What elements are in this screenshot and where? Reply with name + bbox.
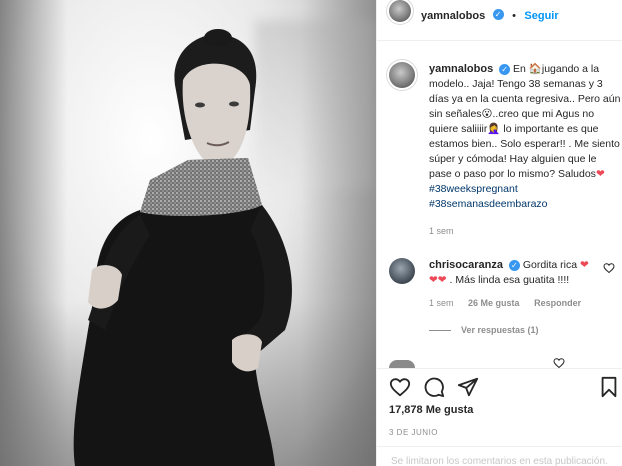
heart-icon[interactable] [389,376,411,398]
comment-text-b: . Más linda esa guatita !!!! [446,274,570,286]
replies-line [429,330,451,332]
comment-text-a: Gordita rica [519,259,581,271]
astonished-face-icon: 😮 [481,108,493,120]
post-header: yamnalobos ✓ • Seguir [377,0,622,30]
caption-username[interactable]: yamnalobos [429,63,493,75]
woman-figure [73,29,292,466]
post-actions [389,376,619,398]
caption-avatar[interactable] [389,62,415,88]
post-caption: yamnalobos ✓ En 🏠jugando a la modelo.. J… [429,62,621,239]
follow-button[interactable]: Seguir [524,10,558,22]
separator-dot: • [512,10,516,22]
next-commenter-avatar[interactable] [389,360,415,368]
author-username[interactable]: yamnalobos [421,10,485,22]
caption-text-a: En [513,63,529,75]
comment-time: 1 sem [429,298,454,308]
footer-divider [377,446,622,447]
commenter-username[interactable]: chrisocaranza [429,259,503,271]
author-avatar[interactable] [389,0,411,22]
red-heart-icon: ❤❤ [429,274,447,286]
comment: chrisocaranza ✓ Gordita rica ❤ ❤❤ . Más … [429,258,609,338]
post-date[interactable]: 3 DE JUNIO [389,428,438,437]
comment-icon[interactable] [423,376,445,398]
red-heart-icon: ❤ [595,168,605,180]
verified-badge-icon: ✓ [508,259,520,271]
bookmark-icon[interactable] [599,376,619,398]
comment-meta: 1 sem 26 Me gusta Responder [429,296,609,311]
likes-count[interactable]: 17,878 Me gusta [389,404,473,416]
verified-badge-icon: ✓ [499,63,511,75]
actions-divider [377,368,622,369]
share-icon[interactable] [457,376,479,398]
verified-badge-icon: ✓ [492,9,504,21]
view-replies-label[interactable]: Ver respuestas (1) [461,325,539,335]
comment-likes[interactable]: 26 Me gusta [468,298,520,308]
commenter-avatar[interactable] [389,258,415,284]
view-replies[interactable]: Ver respuestas (1) [429,323,609,338]
comment-like-icon[interactable] [603,262,615,274]
hashtag-38semanasdeembarazo[interactable]: #38semanasdeembarazo [429,198,548,210]
hashtag-38weekspregnant[interactable]: #38weekspregnant [429,183,518,195]
post-photo[interactable] [0,0,376,466]
caption-time: 1 sem [429,226,454,236]
comments-limited-notice: Se limitaron los comentarios en esta pub… [391,456,608,466]
header-divider [377,40,622,41]
post-side-panel: yamnalobos ✓ • Seguir yamnalobos ✓ En 🏠j… [376,0,622,466]
person-facepalm-icon: 🤦‍♀️ [487,123,501,135]
reply-button[interactable]: Responder [534,298,581,308]
red-heart-icon: ❤ [580,259,589,271]
house-icon: 🏠 [528,63,542,75]
